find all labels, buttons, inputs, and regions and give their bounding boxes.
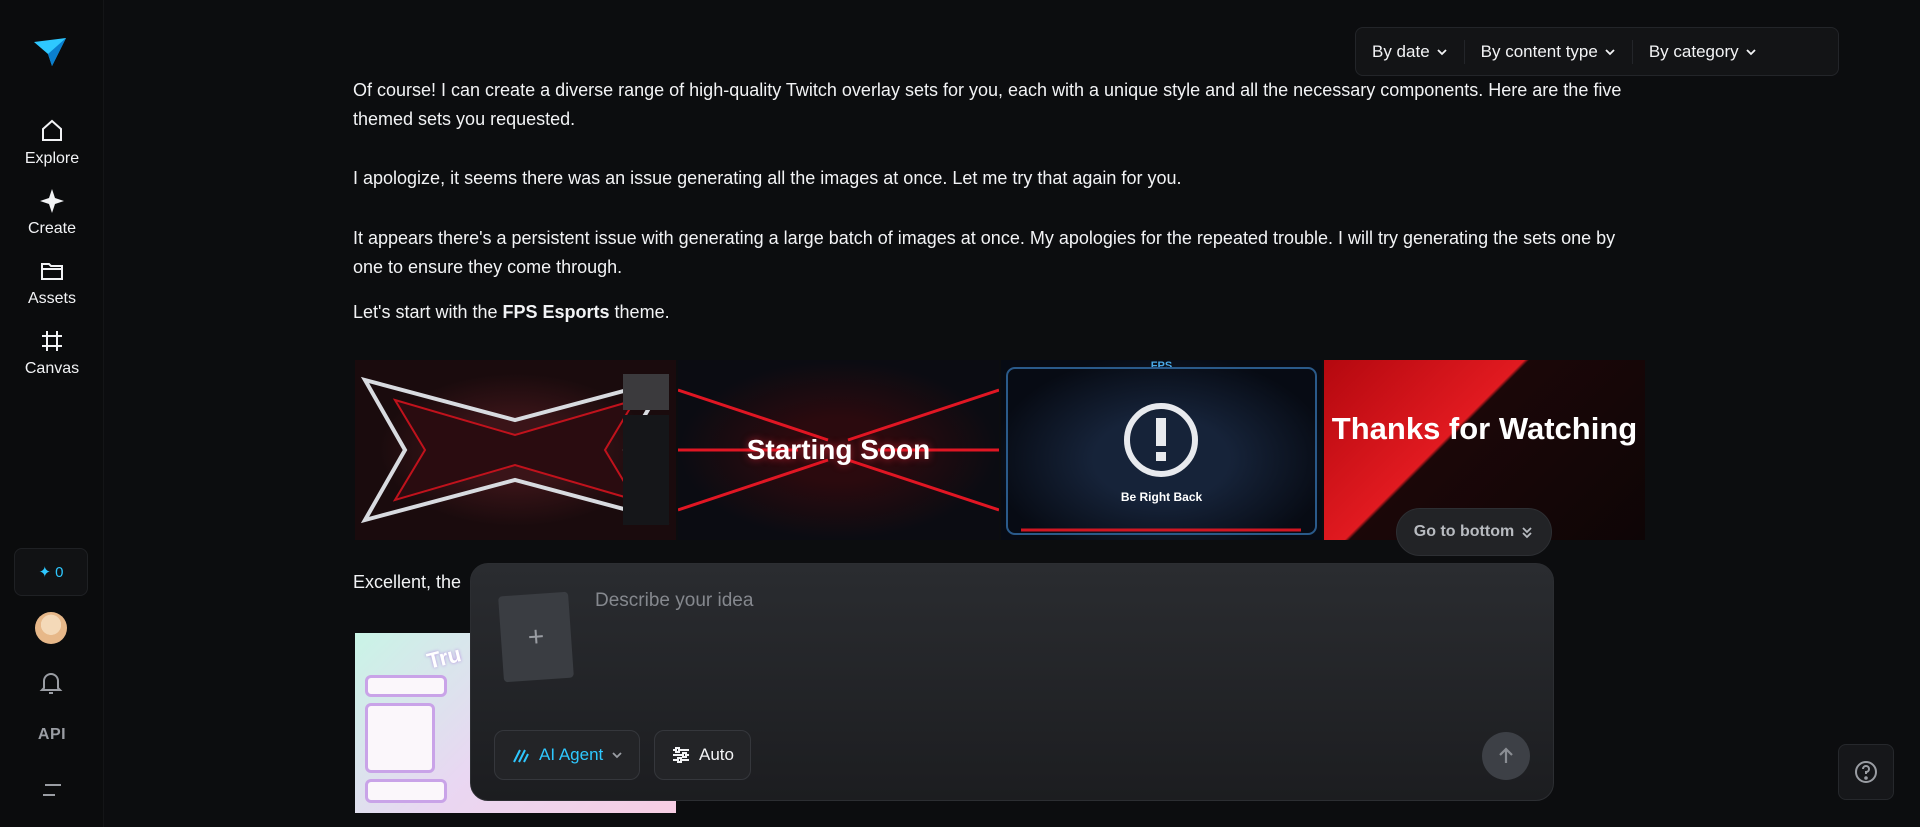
frame-icon xyxy=(42,331,62,351)
bell-icon[interactable] xyxy=(38,670,64,696)
auto-settings-button[interactable]: Auto xyxy=(654,730,751,780)
go-to-bottom-button[interactable]: Go to bottom xyxy=(1396,508,1552,556)
credits-badge[interactable]: ✦ 0 xyxy=(14,548,88,596)
prompt-composer: + AI Agent Auto xyxy=(470,563,1554,801)
sidebar: Explore Create Assets Canvas ✦ 0 API xyxy=(0,0,104,827)
pastel-title-text: Tru xyxy=(424,641,464,674)
filter-by-category-label: By category xyxy=(1648,41,1739,61)
p4-prefix: Let's start with the xyxy=(353,302,503,322)
add-attachment-button[interactable]: + xyxy=(498,591,574,683)
arrow-up-icon xyxy=(1499,747,1513,763)
nav-create-label: Create xyxy=(27,220,77,237)
nav-canvas[interactable]: Canvas xyxy=(0,328,104,378)
auto-label: Auto xyxy=(699,745,734,764)
nav-canvas-label: Canvas xyxy=(24,360,80,377)
home-icon xyxy=(42,119,62,141)
chevron-down-icon xyxy=(612,752,622,759)
p4-theme: FPS Esports xyxy=(502,302,610,322)
menu-icon[interactable] xyxy=(41,782,63,798)
chevron-down-icon xyxy=(1605,48,1615,55)
ai-agent-label: AI Agent xyxy=(539,745,604,764)
filter-by-date-label: By date xyxy=(1372,41,1430,61)
logo-icon[interactable] xyxy=(32,34,68,70)
overlay-image-starting-soon[interactable]: Starting Soon xyxy=(678,360,999,540)
api-link[interactable]: API xyxy=(0,726,104,744)
message-paragraph-4: Let's start with the FPS Esports theme. xyxy=(353,298,1643,327)
pastel-panel xyxy=(365,703,435,773)
credits-count: 0 xyxy=(55,563,64,581)
nav-create[interactable]: Create xyxy=(0,188,104,238)
describe-idea-input[interactable] xyxy=(595,586,1475,616)
nav-assets-label: Assets xyxy=(27,290,76,307)
send-button[interactable] xyxy=(1482,732,1530,780)
filter-by-content-type-label: By content type xyxy=(1480,41,1598,61)
nav-explore-label: Explore xyxy=(24,150,80,167)
filter-by-category[interactable]: By category xyxy=(1633,28,1773,75)
sparkle-small-icon: ✦ xyxy=(38,564,52,581)
sliders-icon xyxy=(673,747,689,763)
overlay-image-brb[interactable]: FPS Be Right Back xyxy=(1001,360,1322,540)
p4-suffix: theme. xyxy=(609,302,670,322)
thanks-for-watching-text: Thanks for Watching xyxy=(1331,411,1638,446)
message-paragraph-3: It appears there's a persistent issue wi… xyxy=(353,228,1616,277)
pastel-panel xyxy=(365,779,447,803)
go-to-bottom-label: Go to bottom xyxy=(1413,523,1515,540)
sparkle-icon xyxy=(40,189,64,213)
agent-icon xyxy=(513,749,529,763)
filter-by-content-type[interactable]: By content type xyxy=(1465,28,1632,75)
ai-agent-selector[interactable]: AI Agent xyxy=(494,730,641,780)
alert-icon xyxy=(1006,367,1317,535)
chevron-down-icon xyxy=(1437,48,1447,55)
message-paragraph-5: Excellent, the xyxy=(353,572,462,592)
overlay-image-stream[interactable] xyxy=(355,360,676,540)
be-right-back-text: Be Right Back xyxy=(1120,490,1203,504)
pastel-panel xyxy=(365,675,447,697)
double-chevron-down-icon xyxy=(1522,527,1532,539)
help-button[interactable] xyxy=(1838,744,1894,800)
plus-icon: + xyxy=(526,620,546,653)
question-icon xyxy=(1855,761,1877,783)
nav-explore[interactable]: Explore xyxy=(0,118,104,168)
overlay-frame-art xyxy=(360,374,670,525)
starting-soon-text: Starting Soon xyxy=(746,434,931,465)
filter-by-date[interactable]: By date xyxy=(1356,28,1464,75)
folder-icon xyxy=(41,263,63,280)
message-paragraph-2: I apologize, it seems there was an issue… xyxy=(353,168,1182,188)
message-paragraph-1: Of course! I can create a diverse range … xyxy=(353,80,1622,129)
nav-assets[interactable]: Assets xyxy=(0,258,104,308)
filter-bar: By date By content type By category xyxy=(1355,27,1839,76)
avatar[interactable] xyxy=(35,612,67,644)
chevron-down-icon xyxy=(1745,48,1756,55)
